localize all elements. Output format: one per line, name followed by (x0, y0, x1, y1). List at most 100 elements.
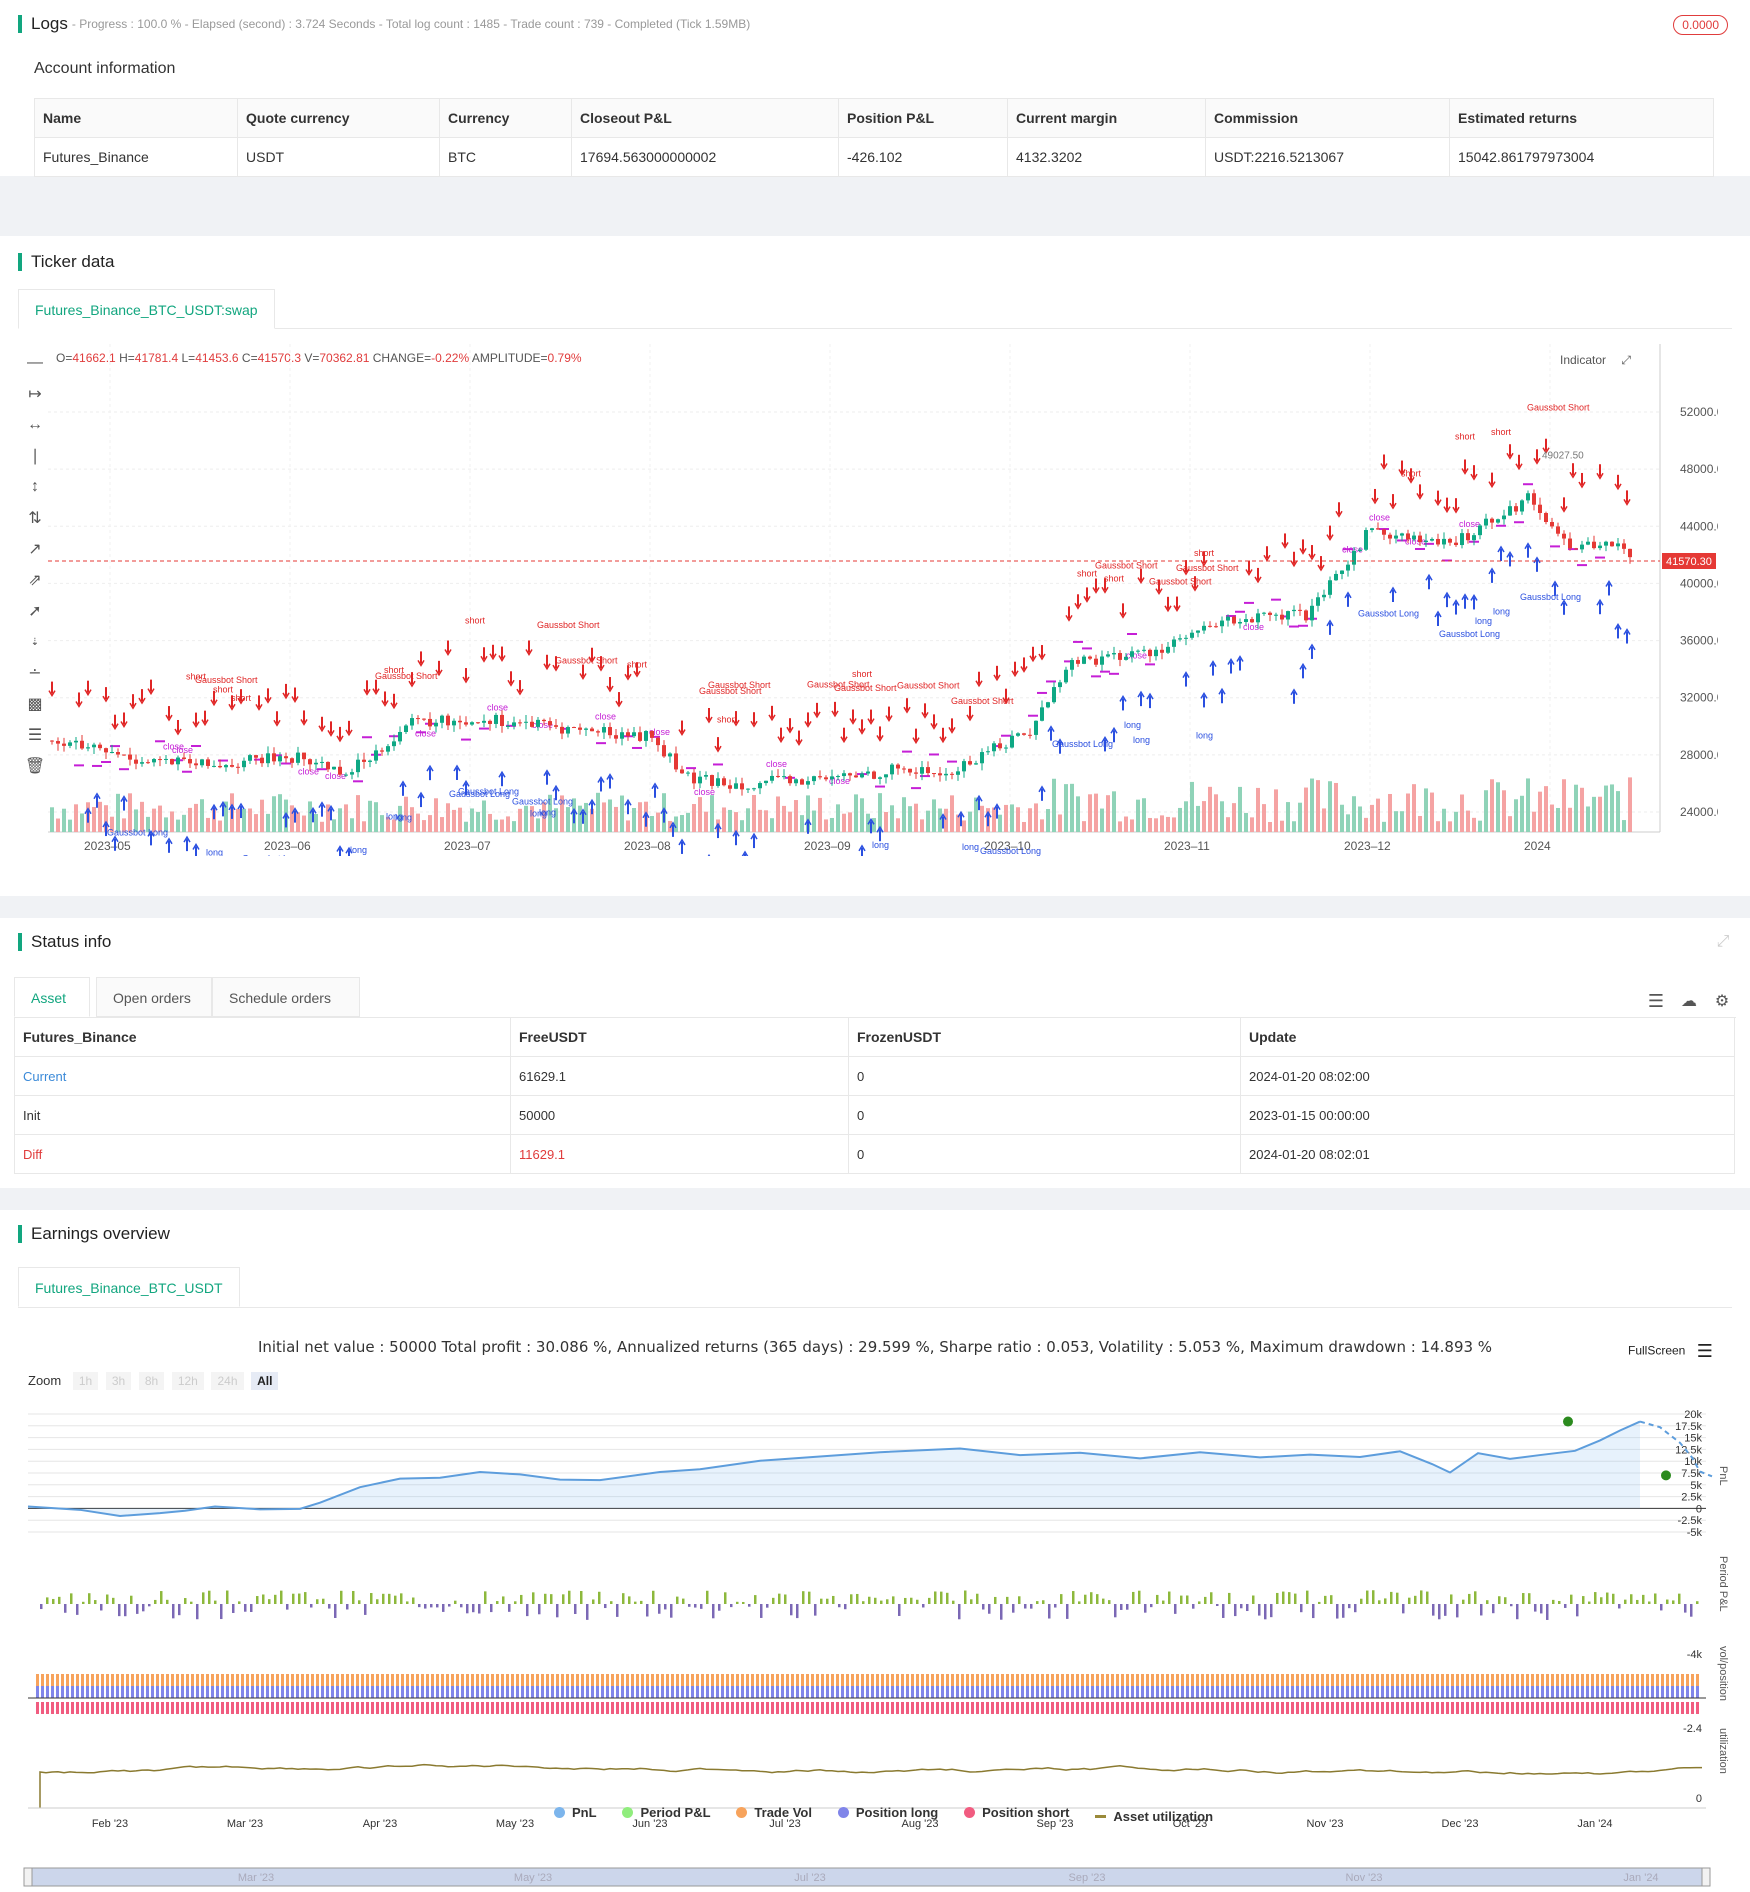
account-col-commission: Commission (1205, 98, 1450, 138)
zoom-24h[interactable]: 24h (211, 1372, 244, 1390)
short-signal-label: short (231, 693, 252, 703)
menu-icon[interactable]: ☰ (1697, 1341, 1713, 1361)
position-long-bar (376, 1686, 379, 1698)
trade-vol-bar (96, 1674, 99, 1686)
position-long-bar (726, 1686, 729, 1698)
tab-open-orders[interactable]: Open orders (96, 977, 212, 1017)
vertical-segment-icon[interactable]: ↕ (24, 476, 46, 498)
period-pnl-bar (1096, 1594, 1099, 1604)
volume-bar (242, 808, 246, 832)
price-axis-label: 36000.00 (1680, 634, 1718, 648)
position-short-bar (1006, 1702, 1009, 1714)
trade-vol-bar (491, 1674, 494, 1686)
position-long-bar (81, 1686, 84, 1698)
zoom-1h[interactable]: 1h (72, 1372, 99, 1390)
position-long-bar (511, 1686, 514, 1698)
trade-vol-bar (966, 1674, 969, 1686)
position-long-bar (1086, 1686, 1089, 1698)
zoom-all[interactable]: All (251, 1372, 279, 1390)
position-long-bar (56, 1686, 59, 1698)
trade-vol-bar (1536, 1674, 1539, 1686)
fib-retracement-icon[interactable]: ☰ (24, 724, 46, 746)
tab-schedule-orders[interactable]: Schedule orders (212, 977, 360, 1017)
position-long-bar (721, 1686, 724, 1698)
position-short-bar (101, 1702, 104, 1714)
candlestick-chart[interactable]: 52000.0048000.0044000.0040000.0036000.00… (48, 344, 1718, 856)
position-short-bar (1046, 1702, 1049, 1714)
legend-pnl[interactable]: PnL (554, 1805, 597, 1820)
cloud-download-icon[interactable]: ☁ (1678, 990, 1700, 1012)
position-short-bar (1681, 1702, 1684, 1714)
segment-icon[interactable]: ↔ (24, 414, 46, 436)
position-short-bar (226, 1702, 229, 1714)
volume-bar (458, 807, 462, 832)
vertical-line-icon[interactable]: ∣ (24, 445, 46, 467)
legend-period-pnl[interactable]: Period P&L (622, 1805, 711, 1820)
position-long-bar (996, 1686, 999, 1698)
legend-trade-vol[interactable]: Trade Vol (736, 1805, 812, 1820)
position-short-bar (121, 1702, 124, 1714)
volume-bar (812, 810, 816, 832)
parallel-channel-icon[interactable]: ∸ (24, 662, 46, 684)
horizontal-ray-icon[interactable]: ↦ (24, 383, 46, 405)
volume-bar (1616, 791, 1620, 832)
zoom-12h[interactable]: 12h (171, 1372, 204, 1390)
position-short-bar (786, 1702, 789, 1714)
fib-channel-icon[interactable]: ▩ (24, 693, 46, 715)
position-short-bar (106, 1702, 109, 1714)
position-long-bar (1031, 1686, 1034, 1698)
period-pnl-bar (1102, 1598, 1105, 1604)
legend-asset-utilization[interactable]: Asset utilization (1095, 1809, 1213, 1824)
period-pnl-bar (1396, 1592, 1399, 1604)
short-signal-label: Gaussbot Short (1176, 563, 1239, 573)
ray-line-icon[interactable]: ⇗ (24, 569, 46, 591)
legend-position-short[interactable]: Position short (964, 1805, 1069, 1820)
trend-line-icon[interactable]: ↗ (24, 538, 46, 560)
period-pnl-bar (214, 1600, 217, 1604)
period-pnl-bar (1132, 1591, 1135, 1604)
position-short-bar (1206, 1702, 1209, 1714)
volume-bar (1370, 804, 1374, 832)
trade-vol-bar (106, 1674, 109, 1686)
extended-line-icon[interactable]: ➚ (24, 600, 46, 622)
position-short-bar (766, 1702, 769, 1714)
position-short-bar (1516, 1702, 1519, 1714)
legend-position-long[interactable]: Position long (837, 1805, 938, 1820)
volume-bar (368, 800, 372, 832)
tab-ticker-symbol[interactable]: Futures_Binance_BTC_USDT:swap (18, 289, 275, 329)
trade-vol-bar (1511, 1674, 1514, 1686)
zoom-8h[interactable]: 8h (138, 1372, 165, 1390)
ticker-tabs-line (18, 328, 1732, 329)
volume-bar (332, 819, 336, 832)
collapse-icon[interactable]: ⤢ (1712, 931, 1734, 953)
candle-body (404, 725, 408, 732)
zoom-3h[interactable]: 3h (105, 1372, 132, 1390)
period-pnl-bar (184, 1598, 187, 1604)
list-icon[interactable]: ☰ (1645, 990, 1667, 1012)
fullscreen-button[interactable]: FullScreen ☰ (1628, 1341, 1713, 1362)
tab-earnings-symbol[interactable]: Futures_Binance_BTC_USDT (18, 1267, 240, 1307)
horizontal-line-icon[interactable]: — (24, 352, 46, 374)
gear-icon[interactable]: ⚙ (1711, 990, 1733, 1012)
period-pnl-bar (226, 1590, 229, 1604)
vertical-arrow-icon[interactable]: ⇅ (24, 507, 46, 529)
position-long-bar (1486, 1686, 1489, 1698)
trade-vol-bar (921, 1674, 924, 1686)
candle-body (56, 741, 60, 744)
period-pnl-bar (748, 1604, 751, 1607)
volume-bar (278, 794, 282, 832)
price-label-icon[interactable]: ⇣ (24, 631, 46, 653)
tab-asset[interactable]: Asset (14, 977, 90, 1017)
trade-vol-bar (341, 1674, 344, 1686)
candle-body (620, 732, 624, 739)
candle-body (494, 714, 498, 724)
trade-vol-bar (1606, 1674, 1609, 1686)
position-short-bar (211, 1702, 214, 1714)
position-short-bar (86, 1702, 89, 1714)
position-long-bar (1036, 1686, 1039, 1698)
period-pnl-bar (340, 1590, 343, 1604)
trash-icon[interactable]: 🗑 (24, 755, 46, 777)
trade-vol-bar (931, 1674, 934, 1686)
position-short-bar (1081, 1702, 1084, 1714)
position-short-bar (51, 1702, 54, 1714)
